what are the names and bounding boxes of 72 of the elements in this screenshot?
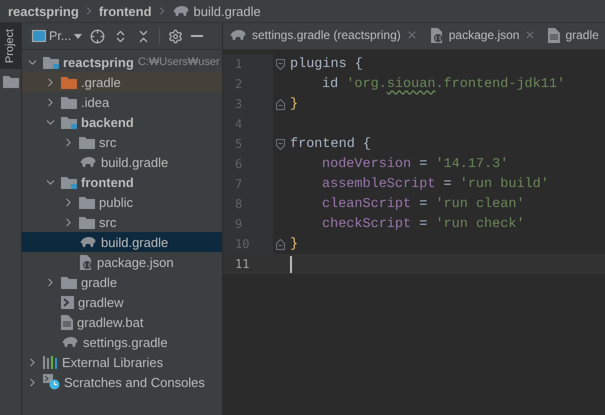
locate-button[interactable] — [90, 28, 106, 44]
tree-item[interactable]: gradlew.bat — [22, 312, 222, 332]
code-line: nodeVersion = '14.17.3' — [321, 156, 508, 172]
project-path: C:₩Users₩user — [138, 56, 220, 68]
tree-item[interactable]: src — [22, 212, 222, 232]
fold-marker-icon[interactable] — [276, 98, 284, 110]
tree-item[interactable]: .gradle — [22, 72, 222, 92]
code-line: plugins { — [289, 56, 363, 72]
json-file-icon — [430, 28, 444, 42]
folder-icon — [61, 116, 77, 128]
tree-item[interactable]: Scratches and Consoles — [22, 372, 222, 392]
settings-button[interactable] — [168, 28, 184, 44]
view-dropdown[interactable]: Pr... — [32, 29, 82, 43]
caret-icon — [74, 34, 82, 38]
terminal-icon — [61, 296, 74, 308]
code-line: assembleScript = 'run build' — [321, 176, 549, 192]
elephant-icon — [172, 5, 190, 17]
elephant-icon — [79, 156, 97, 168]
code-line: id 'org.siouan.frontend-jdk11' — [321, 76, 566, 92]
crosshair-icon — [90, 28, 106, 44]
editor-tab[interactable]: package.json — [424, 23, 542, 49]
folder-icon — [61, 176, 77, 188]
json-file-icon — [79, 254, 93, 270]
code-line: frontend { — [289, 136, 372, 152]
tree-item[interactable]: package.json — [22, 252, 222, 272]
tree-item[interactable]: External Libraries — [22, 352, 222, 372]
minus-icon — [191, 35, 204, 37]
tool-window-tab[interactable]: Project — [0, 23, 21, 69]
code-line: checkScript = 'run check' — [321, 216, 525, 232]
fold-marker-icon[interactable] — [276, 138, 284, 150]
document-icon — [61, 314, 73, 330]
fold-marker-icon[interactable] — [276, 238, 284, 250]
editor-tab[interactable]: gradle — [542, 23, 605, 49]
folder-icon — [79, 136, 95, 148]
folder-icon — [79, 216, 95, 228]
settings-icon — [168, 28, 184, 44]
folder-icon — [2, 75, 18, 88]
elephant-icon — [61, 336, 79, 348]
breadcrumb[interactable]: reactspring — [8, 4, 79, 18]
document-icon — [548, 28, 560, 42]
editor-tab[interactable]: settings.gradle (reactspring) — [223, 23, 424, 49]
breadcrumb[interactable]: frontend — [98, 4, 152, 18]
elephant-icon — [229, 29, 247, 41]
scratches-icon — [43, 374, 60, 390]
tree-item[interactable]: build.gradle — [22, 232, 222, 252]
close-icon[interactable] — [524, 29, 536, 41]
code-line: } — [289, 96, 298, 112]
breadcrumb[interactable]: build.gradle — [172, 4, 261, 18]
libraries-icon — [43, 356, 58, 368]
fold-marker-icon[interactable] — [276, 58, 284, 70]
code-line: cleanScript = 'run clean' — [321, 196, 525, 212]
code-line: } — [289, 236, 298, 252]
tree-item[interactable]: reactspring C:₩Users₩user — [22, 52, 222, 72]
tree-item[interactable]: src — [22, 132, 222, 152]
tree-item[interactable]: backend — [22, 112, 222, 132]
line-number: 11 — [235, 257, 250, 271]
window-icon — [32, 30, 46, 42]
folder-icon — [43, 56, 59, 68]
folder-icon — [61, 96, 77, 108]
text-caret — [290, 256, 292, 272]
elephant-icon — [79, 236, 97, 248]
tree-item[interactable]: .idea — [22, 92, 222, 112]
tree-item[interactable]: build.gradle — [22, 152, 222, 172]
tree-item[interactable]: settings.gradle — [22, 332, 222, 352]
tree-item[interactable]: gradlew — [22, 292, 222, 312]
tree-item[interactable]: public — [22, 192, 222, 212]
folder-icon — [61, 76, 77, 88]
close-icon[interactable] — [406, 29, 418, 41]
tree-item[interactable]: gradle — [22, 272, 222, 292]
tree-item[interactable]: frontend — [22, 172, 222, 192]
folder-icon — [61, 276, 77, 288]
folder-icon — [79, 196, 95, 208]
